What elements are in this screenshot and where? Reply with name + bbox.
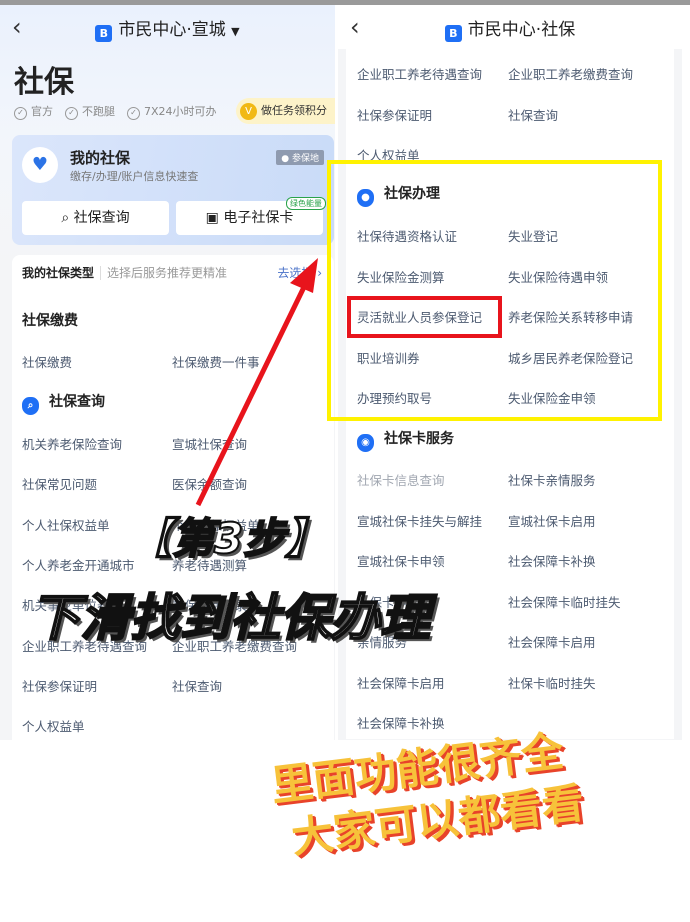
arrow-line — [195, 283, 308, 507]
instruction-label: 下滑找到社保办理 — [29, 588, 431, 648]
arrow-head-icon — [290, 258, 318, 293]
step-label: 【第3步】 — [129, 513, 328, 564]
